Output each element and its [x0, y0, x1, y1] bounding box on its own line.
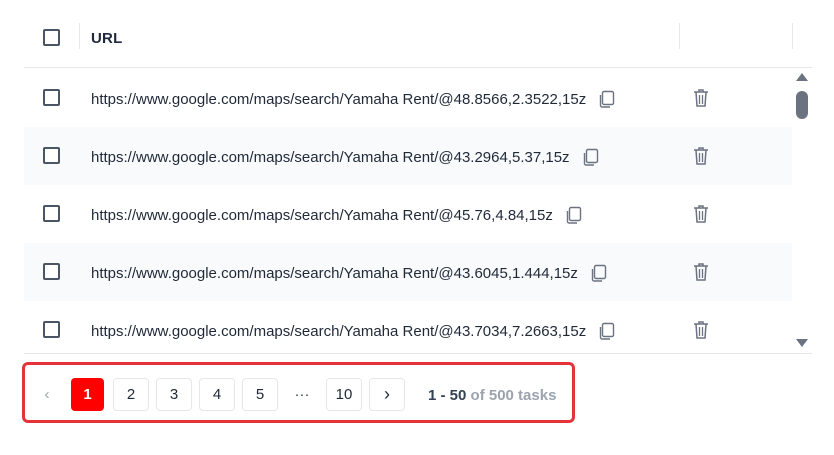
vertical-scrollbar[interactable]	[792, 69, 812, 353]
row-checkbox[interactable]	[43, 263, 60, 280]
copy-icon[interactable]	[580, 147, 600, 167]
chevron-left-icon[interactable]: ‹	[35, 378, 59, 411]
row-checkbox[interactable]	[43, 205, 60, 222]
trash-icon[interactable]	[691, 319, 711, 341]
table-row: https://www.google.com/maps/search/Yamah…	[24, 69, 792, 127]
page-button-2[interactable]: 2	[113, 378, 149, 411]
page-button-5[interactable]: 5	[242, 378, 278, 411]
table-row: https://www.google.com/maps/search/Yamah…	[24, 301, 792, 354]
table-header: URL	[24, 12, 812, 68]
copy-icon[interactable]	[596, 89, 616, 109]
row-url-cell: https://www.google.com/maps/search/Yamah…	[91, 205, 583, 225]
page-button-4[interactable]: 4	[199, 378, 235, 411]
row-checkbox[interactable]	[43, 321, 60, 338]
trash-icon[interactable]	[691, 261, 711, 283]
scroll-down-icon[interactable]	[796, 339, 808, 347]
row-url-text: https://www.google.com/maps/search/Yamah…	[91, 264, 578, 282]
pagination-range: 1 - 50	[428, 387, 467, 404]
row-url-text: https://www.google.com/maps/search/Yamah…	[91, 322, 587, 340]
select-all-checkbox[interactable]	[43, 29, 60, 46]
copy-icon[interactable]	[588, 263, 608, 283]
page-button-10[interactable]: 10	[326, 378, 362, 411]
copy-icon[interactable]	[596, 321, 616, 341]
row-url-cell: https://www.google.com/maps/search/Yamah…	[91, 147, 600, 167]
table-row: https://www.google.com/maps/search/Yamah…	[24, 243, 792, 301]
pagination-total: of 500 tasks	[470, 387, 557, 404]
row-checkbox[interactable]	[43, 89, 60, 106]
column-divider	[792, 23, 793, 49]
page-button-3[interactable]: 3	[156, 378, 192, 411]
pagination: ‹ 1 2 3 4 5 ··· 10 › 1 - 50 of 500 tasks	[22, 362, 575, 423]
table-body[interactable]: https://www.google.com/maps/search/Yamah…	[24, 69, 792, 354]
table-bottom-border	[24, 353, 812, 354]
trash-icon[interactable]	[691, 145, 711, 167]
column-divider	[679, 23, 680, 49]
row-url-text: https://www.google.com/maps/search/Yamah…	[91, 90, 587, 108]
chevron-right-icon[interactable]: ›	[369, 378, 405, 411]
url-column-header[interactable]: URL	[91, 30, 122, 47]
row-url-text: https://www.google.com/maps/search/Yamah…	[91, 148, 570, 166]
table-row: https://www.google.com/maps/search/Yamah…	[24, 127, 792, 185]
url-table: URL https://www.google.com/maps/search/Y…	[24, 12, 812, 354]
row-url-cell: https://www.google.com/maps/search/Yamah…	[91, 263, 608, 283]
pagination-ellipsis[interactable]: ···	[287, 378, 317, 411]
trash-icon[interactable]	[691, 87, 711, 109]
pagination-summary: 1 - 50 of 500 tasks	[428, 387, 556, 404]
scrollbar-thumb[interactable]	[796, 91, 808, 119]
row-url-text: https://www.google.com/maps/search/Yamah…	[91, 206, 553, 224]
copy-icon[interactable]	[563, 205, 583, 225]
column-divider	[79, 23, 80, 49]
row-url-cell: https://www.google.com/maps/search/Yamah…	[91, 321, 616, 341]
scroll-up-icon[interactable]	[796, 73, 808, 81]
table-row: https://www.google.com/maps/search/Yamah…	[24, 185, 792, 243]
row-checkbox[interactable]	[43, 147, 60, 164]
trash-icon[interactable]	[691, 203, 711, 225]
row-url-cell: https://www.google.com/maps/search/Yamah…	[91, 89, 616, 109]
page-button-1[interactable]: 1	[71, 378, 104, 411]
